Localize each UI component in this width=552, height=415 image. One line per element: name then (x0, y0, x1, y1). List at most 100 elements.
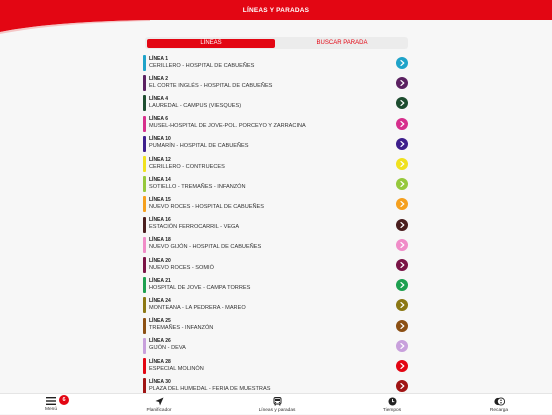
line-row[interactable]: LÍNEA 26 GIJÓN - DEVA (143, 336, 409, 356)
line-number: LÍNEA 20 (149, 257, 171, 264)
line-number: LÍNEA 26 (149, 338, 171, 345)
line-number: LÍNEA 30 (149, 378, 171, 385)
tab-lines-stops-label: Líneas y paradas (258, 408, 296, 413)
tab-planner[interactable]: Planificador (143, 394, 175, 415)
chevron-right-icon[interactable] (396, 117, 408, 130)
tab-times[interactable]: Tiempos (380, 394, 404, 415)
line-route-name: ESPECIAL MOLINÓN (149, 365, 204, 372)
segmented-control: LÍNEAS BUSCAR PARADA (145, 37, 408, 49)
line-route-name: CERILLERO - HOSPITAL DE CABUEÑES (149, 62, 255, 69)
chevron-right-icon[interactable] (396, 259, 408, 271)
line-color-bar (143, 216, 146, 233)
chevron-right-icon[interactable] (396, 198, 408, 211)
line-row[interactable]: LÍNEA 25 TREMAÑES - INFANZÓN (143, 316, 409, 336)
line-route-name: GIJÓN - DEVA (149, 345, 186, 352)
line-route-name: PUMARÍN - HOSPITAL DE CABUEÑES (149, 143, 249, 150)
line-number: LÍNEA 25 (149, 318, 171, 325)
line-row[interactable]: LÍNEA 30 PLAZA DEL HUMEDAL - FERIA DE MUE… (143, 376, 409, 393)
line-route-name: TREMAÑES - INFANZÓN (149, 325, 214, 332)
line-number: LÍNEA 28 (149, 358, 171, 365)
lines-list: LÍNEA 1 CERILLERO - HOSPITAL DE CABUEÑES L… (143, 53, 409, 393)
line-route-name: MONTEANA - LA PEDRERA - MAREO (149, 304, 246, 311)
line-color-bar (143, 176, 146, 193)
bottom-tab-bar: Menú 6 Planificador Líneas y paradas Tie… (0, 393, 552, 414)
line-row[interactable]: LÍNEA 2 EL CORTE INGLÉS - HOSPITAL DE CAB… (143, 73, 409, 93)
chevron-right-icon[interactable] (396, 158, 408, 170)
line-color-bar (143, 257, 146, 273)
tab-menu-label: Menú (45, 407, 57, 412)
line-color-bar (143, 196, 146, 213)
line-number: LÍNEA 21 (149, 277, 171, 284)
line-number: LÍNEA 16 (149, 217, 171, 224)
line-row[interactable]: LÍNEA 16 ESTACIÓN FERROCARRIL - VEGA (143, 215, 409, 235)
line-route-name: MUSEL-HOSPITAL DE JOVE-POL. PORCEYO Y ZA… (149, 123, 306, 130)
line-color-bar (143, 236, 146, 253)
line-row[interactable]: LÍNEA 10 PUMARÍN - HOSPITAL DE CABUEÑES (143, 134, 409, 154)
tab-buscar-parada[interactable]: BUSCAR PARADA (278, 39, 406, 48)
line-row[interactable]: LÍNEA 20 NUEVO ROCES - SOMIÓ (143, 255, 409, 275)
line-number: LÍNEA 18 (149, 237, 171, 244)
chevron-right-icon[interactable] (396, 380, 408, 393)
tab-recharge-label: Recarga (489, 408, 509, 413)
notification-badge: 6 (59, 395, 69, 405)
chevron-right-icon[interactable] (396, 57, 408, 69)
line-route-name: ESTACIÓN FERROCARRIL - VEGA (149, 224, 240, 231)
chevron-right-icon[interactable] (396, 137, 408, 150)
tab-recharge[interactable]: Recarga (487, 394, 511, 415)
line-route-name: EL CORTE INGLÉS - HOSPITAL DE CABUEÑES (149, 82, 273, 89)
chevron-right-icon[interactable] (396, 279, 408, 292)
chevron-right-icon[interactable] (396, 218, 408, 231)
chevron-right-icon[interactable] (396, 97, 408, 110)
line-row[interactable]: LÍNEA 12 CERILLERO - CONTRUECES (143, 154, 409, 174)
line-row[interactable]: LÍNEA 24 MONTEANA - LA PEDRERA - MAREO (143, 295, 409, 315)
line-number: LÍNEA 14 (149, 176, 171, 183)
line-color-bar (143, 378, 146, 393)
line-color-bar (143, 317, 146, 334)
page-title: LÍNEAS Y PARADAS (242, 7, 310, 14)
line-color-bar (143, 115, 146, 132)
hamburger-icon (46, 397, 56, 405)
chevron-right-icon[interactable] (396, 360, 408, 372)
navigation-arrow-icon (155, 397, 163, 406)
coins-icon (493, 397, 505, 406)
line-row[interactable]: LÍNEA 1 CERILLERO - HOSPITAL DE CABUEÑES (143, 53, 409, 73)
line-color-bar (143, 297, 146, 314)
chevron-right-icon[interactable] (396, 299, 408, 312)
line-route-name: PLAZA DEL HUMEDAL - FERIA DE MUESTRAS (149, 385, 271, 392)
line-route-name: LAUREDAL - CAMPUS (VIESQUES) (149, 102, 242, 109)
tab-menu[interactable]: Menú (41, 394, 61, 415)
tab-times-label: Tiempos (382, 408, 402, 413)
line-color-bar (143, 277, 146, 294)
line-number: LÍNEA 4 (149, 95, 168, 102)
line-route-name: SOTIELLO - TREMAÑES - INFANZÓN (149, 183, 246, 190)
line-number: LÍNEA 1 (149, 55, 168, 62)
line-row[interactable]: LÍNEA 21 HOSPITAL DE JOVE - CAMPA TORRES (143, 275, 409, 295)
clock-icon (388, 397, 396, 406)
chevron-right-icon[interactable] (396, 77, 408, 90)
line-route-name: NUEVO GIJÓN - HOSPITAL DE CABUEÑES (149, 244, 262, 251)
chevron-right-icon[interactable] (396, 319, 408, 332)
line-row[interactable]: LÍNEA 15 NUEVO ROCES - HOSPITAL DE CABUEÑ… (143, 194, 409, 214)
tab-planner-label: Planificador (146, 408, 172, 413)
line-color-bar (143, 95, 146, 112)
line-row[interactable]: LÍNEA 28 ESPECIAL MOLINÓN (143, 356, 409, 376)
line-color-bar (143, 358, 146, 374)
line-number: LÍNEA 10 (149, 136, 171, 143)
header-wave-background (0, 0, 552, 34)
chevron-right-icon[interactable] (396, 178, 408, 191)
bus-icon (273, 397, 281, 406)
line-number: LÍNEA 15 (149, 196, 171, 203)
line-number: LÍNEA 12 (149, 156, 171, 163)
chevron-right-icon[interactable] (396, 339, 408, 352)
chevron-right-icon[interactable] (396, 238, 408, 251)
line-row[interactable]: LÍNEA 4 LAUREDAL - CAMPUS (VIESQUES) (143, 93, 409, 113)
line-color-bar (143, 75, 146, 92)
line-number: LÍNEA 24 (149, 297, 171, 304)
tab-lineas[interactable]: LÍNEAS (147, 38, 275, 48)
line-row[interactable]: LÍNEA 18 NUEVO GIJÓN - HOSPITAL DE CABUEÑ… (143, 235, 409, 255)
line-color-bar (143, 135, 146, 152)
line-row[interactable]: LÍNEA 14 SOTIELLO - TREMAÑES - INFANZÓN (143, 174, 409, 194)
line-row[interactable]: LÍNEA 6 MUSEL-HOSPITAL DE JOVE-POL. PORCE… (143, 114, 409, 134)
tab-lines-stops[interactable]: Líneas y paradas (257, 394, 297, 415)
line-color-bar (143, 55, 146, 71)
